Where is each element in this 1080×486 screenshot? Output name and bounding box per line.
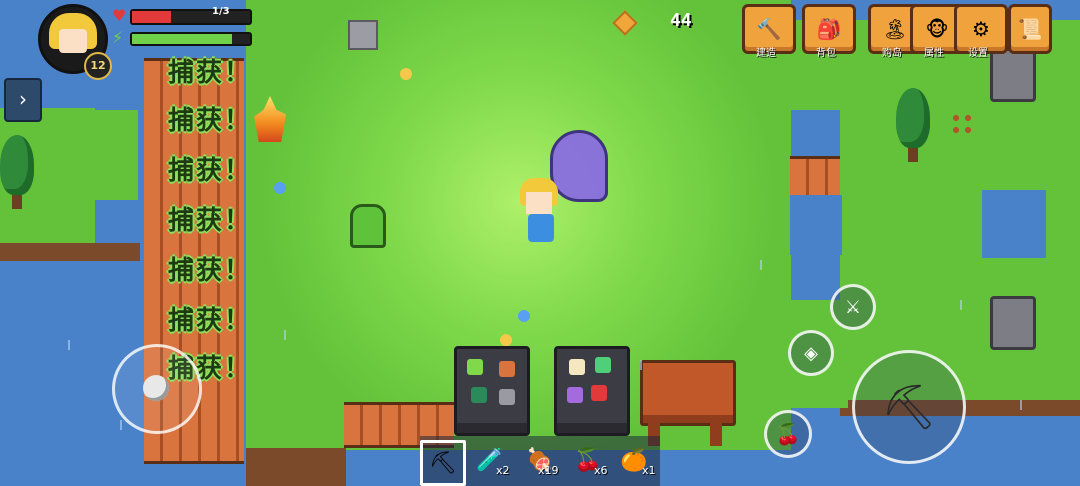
stone-block[interactable] [990,296,1036,350]
right-pond [982,190,1046,260]
player-character [520,130,610,250]
character-icon: 🐵 [925,17,949,41]
small-rock[interactable] [348,20,378,50]
expand-panel-button[interactable]: › [4,78,42,122]
sewing-table-leg [710,418,722,446]
flower[interactable] [400,68,412,80]
hotbar-slot-pickaxe[interactable]: ⛏ [420,440,466,486]
sword-button[interactable]: ⚔ [830,284,876,330]
pickaxe-action-button[interactable]: ⛏ [852,350,966,464]
energy-bar [130,32,252,46]
coin-counter: 44 [670,10,692,31]
joystick-knob[interactable] [143,375,169,401]
pickaxe-icon: ⛏ [429,450,457,476]
berries-icon: 🍒 [775,422,801,446]
quick-item-button[interactable]: 🍒 [764,410,812,458]
flower[interactable] [518,310,530,322]
hotbar-count: x2 [496,464,510,477]
health-bar-fill [132,11,172,23]
hotbar-count: x1 [642,464,656,477]
health-text: 1/3 [212,6,230,17]
main-island-top-edge [246,0,300,58]
tree[interactable] [896,88,930,162]
build-label: 建造 [756,48,776,59]
capture-notification: 捕获！ [168,256,253,286]
slime-enemy[interactable] [350,204,386,248]
gear-icon: ⚙ [972,17,990,41]
capture-notification: 捕获！ [168,156,253,186]
forge-station[interactable] [554,346,630,436]
island-icon: 🏝 [882,17,908,41]
backpack-label: 背包 [816,48,836,59]
left-island-cliff [0,243,140,261]
net-tool [550,130,608,202]
energy-icon: ⚡ [112,28,124,47]
flower[interactable] [500,334,512,346]
capture-notification: 捕获！ [168,206,253,236]
player-level-badge: 12 [84,52,112,80]
backpack-icon: 🎒 [816,17,842,41]
sewing-table[interactable] [640,360,736,426]
left-island-upper [38,110,138,200]
main-island-cliff [246,448,346,486]
movement-joystick[interactable] [112,344,202,434]
hotbar-count: x6 [594,464,608,477]
pickaxe-icon: ⛏ [881,382,937,433]
flower[interactable] [274,182,286,194]
settings-label: 设置 [968,48,988,59]
hotbar-count: x19 [538,464,559,477]
capture-notification: 捕获！ [168,58,253,88]
right-bridge [790,156,840,200]
right-channel [790,195,842,255]
map-button[interactable]: 📜 [1008,4,1052,54]
berry-bush[interactable] [950,112,974,138]
energy-bar-fill [132,34,233,44]
dash-icon: ◈ [804,342,818,364]
health-bar [130,9,252,25]
map-scroll-icon: 📜 [1017,17,1043,41]
heart-icon: ♥ [112,6,127,25]
hammer-icon: 🔨 [756,17,782,41]
capture-notification: 捕获！ [168,106,253,136]
tree[interactable] [0,135,34,209]
player-body [528,214,554,242]
furnace-station[interactable] [454,346,530,436]
sword-icon: ⚔ [844,296,862,318]
player-face [526,192,552,214]
capture-notification: 捕获！ [168,306,253,336]
dash-button[interactable]: ◈ [788,330,834,376]
